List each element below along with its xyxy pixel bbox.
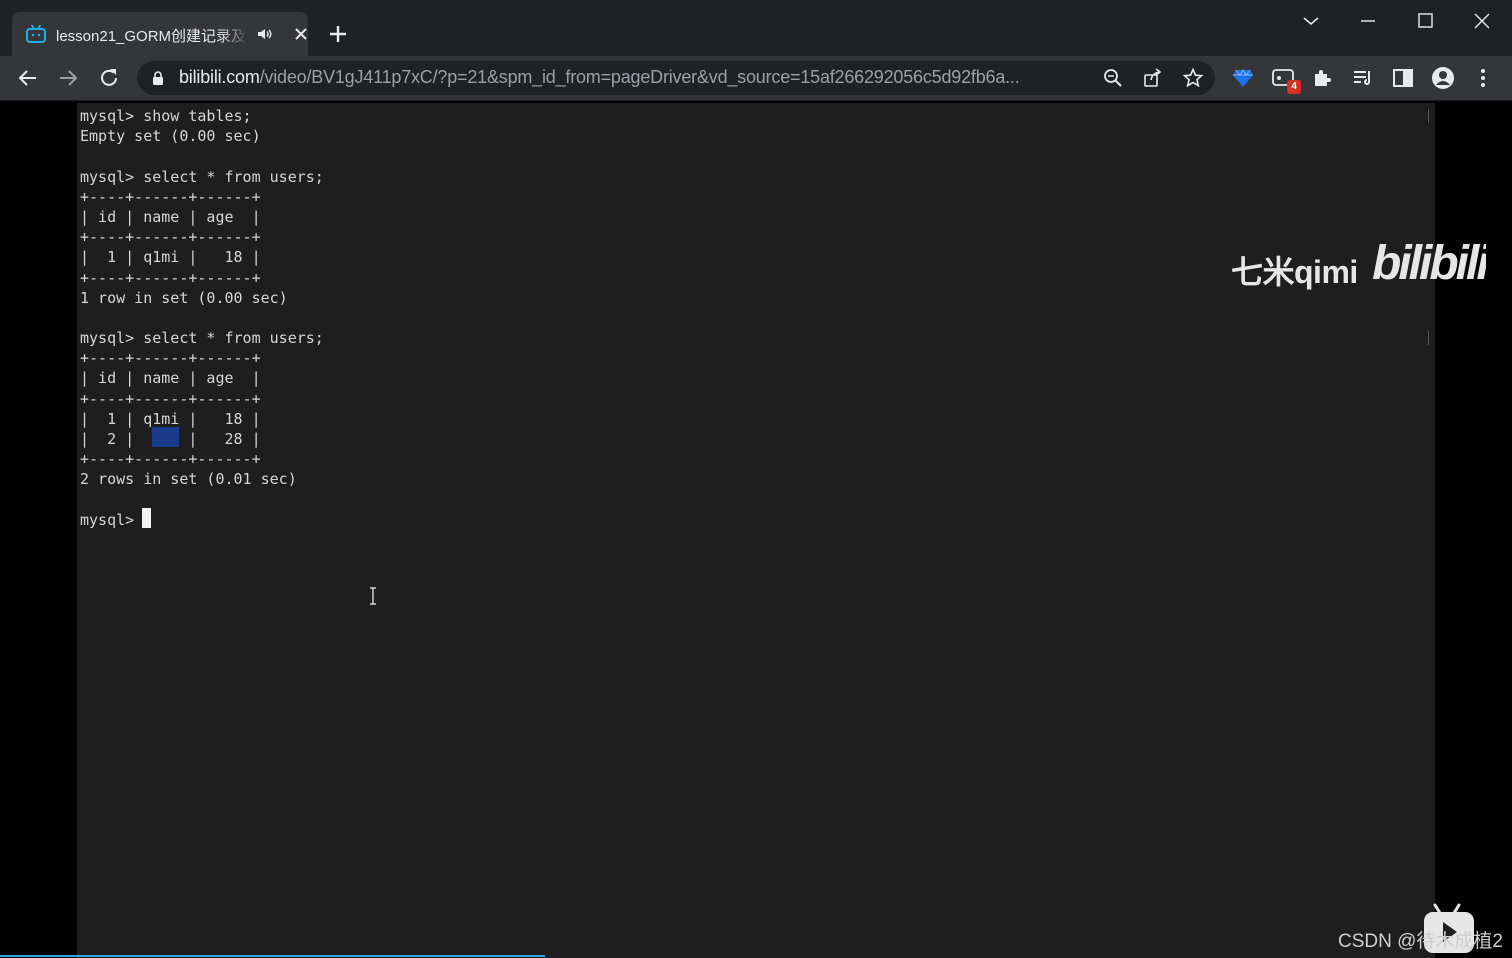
back-arrow-icon[interactable]	[14, 64, 42, 92]
svg-text:bilibili: bilibili	[1372, 237, 1486, 285]
url-host: bilibili.com	[179, 67, 260, 87]
terminal-line: mysql> select * from users;	[80, 329, 324, 348]
bookmark-star-icon[interactable]	[1182, 67, 1204, 89]
extensions-puzzle-icon[interactable]	[1311, 66, 1335, 90]
speaker-icon[interactable]	[255, 25, 273, 43]
profile-avatar-icon[interactable]	[1431, 66, 1455, 90]
forward-arrow-icon[interactable]	[54, 64, 82, 92]
terminal-line: | 1 | q1mi | 18 |	[80, 248, 261, 267]
terminal-line: | id | name | age |	[80, 207, 261, 226]
scroll-marker	[1424, 109, 1429, 123]
terminal-line: +----+------+------+	[80, 187, 261, 206]
new-tab-plus-icon[interactable]	[326, 22, 350, 46]
terminal-line: 2 rows in set (0.01 sec)	[80, 470, 297, 489]
terminal-line: | 2 | | 28 |	[80, 430, 261, 448]
terminal-line: +----+------+------+	[80, 349, 261, 368]
lock-icon[interactable]	[151, 70, 165, 86]
more-menu-icon[interactable]	[1471, 66, 1495, 90]
terminal-prompt: mysql>	[80, 510, 144, 529]
terminal-window: mysql> show tables; Empty set (0.00 sec) m…	[77, 103, 1435, 958]
browser-tab[interactable]: lesson21_GORM创建记录及	[12, 12, 308, 56]
redacted-name-cell	[152, 427, 179, 447]
reading-list-icon[interactable]	[1351, 66, 1375, 90]
video-player[interactable]: mysql> show tables; Empty set (0.00 sec) m…	[0, 101, 1512, 958]
terminal-line: +----+------+------+	[80, 268, 261, 287]
scroll-marker	[1424, 331, 1429, 345]
share-icon[interactable]	[1142, 67, 1164, 89]
terminal-line: | id | name | age |	[80, 369, 261, 388]
terminal-line: +----+------+------+	[80, 450, 261, 469]
extension-badge: 4	[1287, 80, 1301, 94]
tab-title: lesson21_GORM创建记录及	[56, 28, 247, 45]
tab-search-chevron-icon[interactable]	[1296, 8, 1326, 34]
browser-titlebar: lesson21_GORM创建记录及	[0, 0, 1512, 56]
zoom-icon[interactable]	[1102, 67, 1124, 89]
ibeam-cursor-icon	[370, 587, 376, 605]
uploader-watermark: 七米qimi	[1231, 254, 1358, 290]
extension-gem-icon[interactable]	[1231, 66, 1255, 90]
bilibili-logo: bilibili	[1372, 237, 1486, 285]
bilibili-tv-icon	[26, 25, 46, 43]
terminal-line: | 1 | q1mi | 18 |	[80, 409, 261, 428]
reload-icon[interactable]	[95, 64, 123, 92]
address-bar[interactable]: bilibili.com/video/BV1gJ411p7xC/?p=21&sp…	[137, 61, 1215, 95]
close-tab-icon[interactable]	[292, 25, 310, 43]
terminal-line: mysql> show tables;	[80, 107, 252, 125]
url-text[interactable]: bilibili.com/video/BV1gJ411p7xC/?p=21&sp…	[179, 67, 1089, 89]
terminal-output: mysql> show tables; Empty set (0.00 sec) m…	[80, 106, 324, 530]
terminal-line: +----+------+------+	[80, 228, 261, 247]
browser-toolbar: bilibili.com/video/BV1gJ411p7xC/?p=21&sp…	[0, 56, 1512, 101]
url-path: /video/BV1gJ411p7xC/?p=21&spm_id_from=pa…	[259, 67, 1020, 87]
terminal-line: Empty set (0.00 sec)	[80, 127, 261, 146]
window-close-icon[interactable]	[1467, 8, 1497, 34]
terminal-line: 1 row in set (0.00 sec)	[80, 288, 288, 307]
terminal-cursor	[142, 508, 151, 528]
side-panel-icon[interactable]	[1391, 66, 1415, 90]
minimize-icon[interactable]	[1353, 8, 1383, 34]
terminal-line: +----+------+------+	[80, 389, 261, 408]
csdn-watermark: CSDN @待木成植2	[1338, 931, 1503, 952]
maximize-icon[interactable]	[1410, 8, 1440, 34]
terminal-line: mysql> select * from users;	[80, 167, 324, 186]
video-progress-bar[interactable]	[0, 955, 545, 957]
